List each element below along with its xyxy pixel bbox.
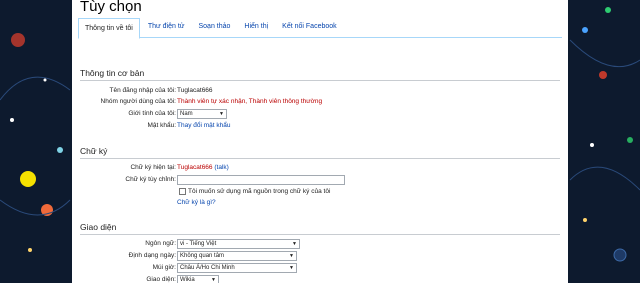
dropdown-arrow-icon: ▼ (289, 265, 294, 271)
row-password: Mật khẩu: Thay đổi mật khẩu (72, 120, 568, 131)
groups-value[interactable]: Thành viên tự xác nhận, Thành viên thông… (177, 96, 322, 107)
row-groups: Nhóm người dùng của tôi: Thành viên tự x… (72, 96, 568, 107)
gender-select-value: Nam (180, 111, 193, 117)
section-heading-signature: Chữ ký (80, 146, 560, 159)
row-gender: Giới tính của tôi: Nam ▼ (72, 108, 568, 119)
username-value: Tuglacat666 (177, 87, 213, 94)
signature-user-link[interactable]: Tuglacat666 (177, 164, 213, 171)
dropdown-arrow-icon: ▼ (292, 241, 297, 247)
row-date-format: Định dạng ngày: Không quan tâm ▼ (72, 250, 568, 261)
password-label: Mật khẩu: (147, 122, 176, 129)
tab-about-me[interactable]: Thông tin về tôi (78, 18, 140, 39)
signature-talk-link[interactable]: (talk) (214, 164, 228, 171)
dropdown-arrow-icon: ▼ (219, 111, 224, 117)
timezone-select-value: Châu Á/Ho Chi Minh (180, 265, 235, 271)
username-label: Tên đăng nhập của tôi: (109, 87, 177, 94)
skin-select-value: Wikia (180, 277, 195, 283)
dropdown-arrow-icon: ▼ (289, 253, 294, 259)
row-current-signature: Chữ ký hiện tại: Tuglacat666 (talk) (72, 162, 568, 173)
current-signature-value: Tuglacat666 (talk) (177, 162, 229, 173)
row-raw-signature: Tôi muốn sử dụng mã nguồn trong chữ ký c… (72, 186, 568, 197)
skin-label: Giao diện: (146, 276, 176, 283)
dropdown-arrow-icon: ▼ (211, 277, 216, 283)
tab-facebook-connect[interactable]: Kết nối Facebook (276, 17, 342, 36)
page-title: Tùy chọn (80, 0, 142, 15)
section-heading-interface: Giao diện (80, 222, 560, 235)
custom-signature-input[interactable] (177, 175, 345, 185)
language-select[interactable]: vi - Tiếng Việt ▼ (177, 239, 300, 249)
row-username: Tên đăng nhập của tôi: Tuglacat666 (72, 85, 568, 96)
raw-signature-checkbox[interactable] (179, 188, 186, 195)
current-signature-label: Chữ ký hiện tại: (130, 164, 176, 171)
language-label: Ngôn ngữ: (145, 240, 176, 247)
section-heading-basic: Thông tin cơ bản (80, 68, 560, 81)
row-skin: Giao diện: Wikia ▼ (72, 274, 568, 283)
row-language: Ngôn ngữ: vi - Tiếng Việt ▼ (72, 238, 568, 249)
timezone-select[interactable]: Châu Á/Ho Chi Minh ▼ (177, 263, 297, 273)
row-signature-help: Chữ ký là gì? (72, 197, 568, 208)
tab-editing[interactable]: Soạn thảo (193, 17, 237, 36)
date-format-label: Định dạng ngày: (128, 252, 176, 259)
tab-bar: Thông tin về tôi Thư điện tử Soạn thảo H… (78, 17, 562, 39)
language-select-value: vi - Tiếng Việt (180, 241, 217, 247)
row-timezone: Múi giờ: Châu Á/Ho Chi Minh ▼ (72, 262, 568, 273)
groups-label: Nhóm người dùng của tôi: (100, 98, 176, 105)
tab-appearance[interactable]: Hiển thị (238, 17, 274, 36)
skin-select[interactable]: Wikia ▼ (177, 275, 219, 283)
tab-email[interactable]: Thư điện tử (142, 17, 191, 36)
date-format-select[interactable]: Không quan tâm ▼ (177, 251, 297, 261)
preferences-panel: Tùy chọn Thông tin về tôi Thư điện tử So… (72, 0, 568, 283)
raw-signature-label: Tôi muốn sử dụng mã nguồn trong chữ ký c… (188, 188, 331, 195)
change-password-link[interactable]: Thay đổi mật khẩu (177, 120, 230, 131)
timezone-label: Múi giờ: (152, 264, 176, 271)
date-format-select-value: Không quan tâm (180, 253, 225, 259)
custom-signature-label: Chữ ký tùy chỉnh: (125, 176, 176, 183)
gender-label: Giới tính của tôi: (128, 110, 176, 117)
gender-select[interactable]: Nam ▼ (177, 109, 227, 119)
row-custom-signature: Chữ ký tùy chỉnh: (72, 174, 568, 185)
signature-help-link[interactable]: Chữ ký là gì? (177, 197, 216, 208)
